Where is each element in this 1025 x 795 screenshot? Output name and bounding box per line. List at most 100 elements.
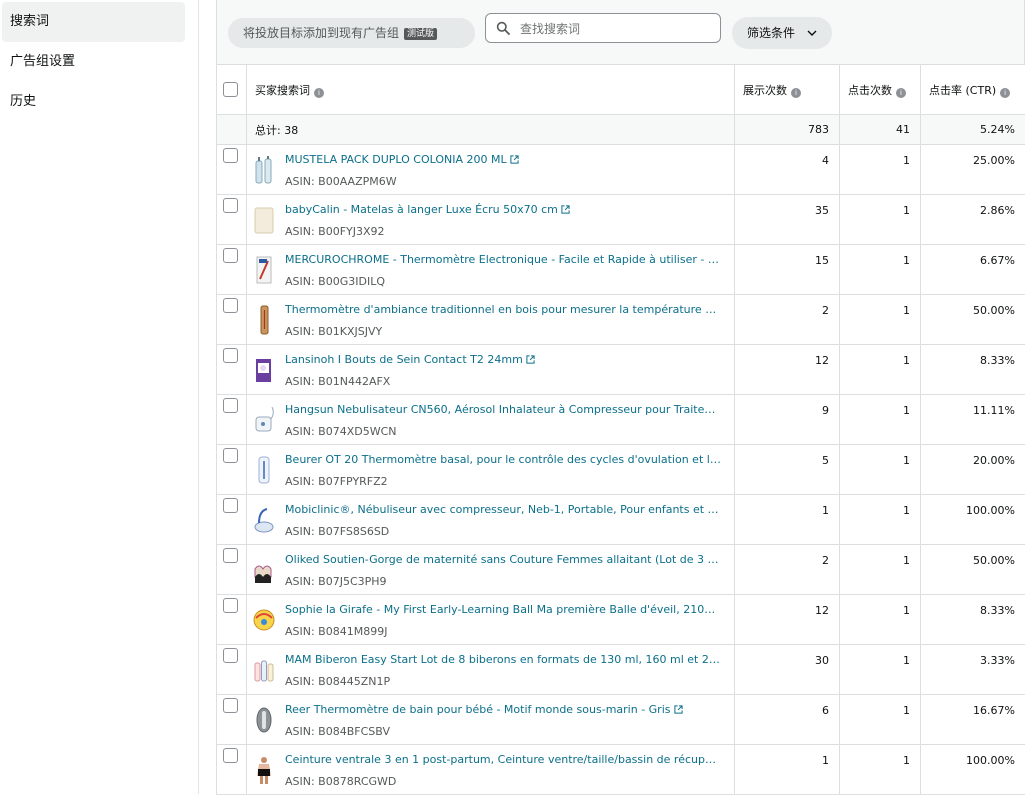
product-asin: ASIN: B01N442AFX [285,375,390,388]
row-checkbox[interactable] [223,348,238,363]
product-title-link[interactable]: Mobiclinic®, Nébuliseur avec compresseur… [285,503,721,516]
total-ctr: 5.24% [921,115,1025,145]
total-impressions: 783 [735,115,840,145]
sidebar-item-search-terms[interactable]: 搜索词 [2,2,185,42]
info-icon[interactable]: i [791,88,801,98]
row-select-cell [217,195,247,245]
row-checkbox[interactable] [223,698,238,713]
product-title-link[interactable]: Hangsun Nebulisateur CN560, Aérosol Inha… [285,403,721,416]
column-header-ctr[interactable]: 点击率 (CTR) i [921,65,1025,115]
row-select-cell [217,695,247,745]
row-checkbox[interactable] [223,598,238,613]
search-term-cell: Hangsun Nebulisateur CN560, Aérosol Inha… [247,395,735,445]
ctr-cell: 11.11% [921,395,1025,445]
column-header-label: 展示次数 [743,84,787,97]
column-header-label: 买家搜索词 [255,84,310,97]
product-thumbnail [253,305,275,335]
impressions-cell: 35 [735,195,840,245]
row-checkbox[interactable] [223,198,238,213]
row-checkbox[interactable] [223,448,238,463]
search-term-cell: MUSTELA PACK DUPLO COLONIA 200 MLASIN: B… [247,145,735,195]
product-asin: ASIN: B00FYJ3X92 [285,225,385,238]
sidebar-item-ad-group-settings[interactable]: 广告组设置 [2,42,185,82]
product-thumbnail [253,505,275,535]
search-term-cell: Thermomètre d'ambiance traditionnel en b… [247,295,735,345]
product-thumbnail [253,655,275,685]
column-header-impressions[interactable]: 展示次数 i [735,65,840,115]
row-select-cell [217,595,247,645]
table-toolbar: 将投放目标添加到现有广告组测试版 筛选条件 [216,0,1025,64]
search-box[interactable] [485,13,721,43]
select-all-checkbox[interactable] [223,82,238,97]
info-icon[interactable]: i [896,88,906,98]
impressions-cell: 30 [735,645,840,695]
ctr-cell: 50.00% [921,295,1025,345]
product-title: Mobiclinic®, Nébuliseur avec compresseur… [285,503,721,516]
row-select-cell [217,495,247,545]
row-checkbox[interactable] [223,148,238,163]
product-title-link[interactable]: Beurer OT 20 Thermomètre basal, pour le … [285,453,721,466]
row-select-cell [217,295,247,345]
product-asin: ASIN: B07FS8S6SD [285,525,389,538]
sidebar-item-history[interactable]: 历史 [2,82,185,122]
product-title-link[interactable]: Oliked Soutien-Gorge de maternité sans C… [285,553,721,566]
product-title-link[interactable]: Thermomètre d'ambiance traditionnel en b… [285,303,721,316]
clicks-cell: 1 [840,345,921,395]
product-asin: ASIN: B08445ZN1P [285,675,390,688]
column-header-label: 点击率 (CTR) [929,84,996,97]
table-row: MAM Biberon Easy Start Lot de 8 biberons… [217,645,1025,695]
info-icon[interactable]: i [1000,88,1010,98]
impressions-cell: 15 [735,245,840,295]
ctr-cell: 100.00% [921,745,1025,795]
column-header-clicks[interactable]: 点击次数 i [840,65,921,115]
row-checkbox[interactable] [223,648,238,663]
impressions-cell: 2 [735,295,840,345]
table-row: Lansinoh I Bouts de Sein Contact T2 24mm… [217,345,1025,395]
beta-badge: 测试版 [404,28,437,40]
row-checkbox[interactable] [223,398,238,413]
add-targets-to-ad-group-button[interactable]: 将投放目标添加到现有广告组测试版 [228,18,475,48]
filter-button[interactable]: 筛选条件 [732,17,832,49]
row-checkbox[interactable] [223,248,238,263]
product-title-link[interactable]: Lansinoh I Bouts de Sein Contact T2 24mm [285,353,721,366]
table-row: babyCalin - Matelas à langer Luxe Écru 5… [217,195,1025,245]
product-title-link[interactable]: MERCUROCHROME - Thermomètre Electronique… [285,253,721,266]
table-row: Beurer OT 20 Thermomètre basal, pour le … [217,445,1025,495]
product-title-link[interactable]: Ceinture ventrale 3 en 1 post-partum, Ce… [285,753,721,766]
clicks-cell: 1 [840,545,921,595]
product-title-link[interactable]: MAM Biberon Easy Start Lot de 8 biberons… [285,653,721,666]
product-title: Oliked Soutien-Gorge de maternité sans C… [285,553,721,566]
product-title: Beurer OT 20 Thermomètre basal, pour le … [285,453,721,466]
product-title-link[interactable]: MUSTELA PACK DUPLO COLONIA 200 ML [285,153,721,166]
row-select-cell [217,445,247,495]
product-title-link[interactable]: Reer Thermomètre de bain pour bébé - Mot… [285,703,721,716]
table-row: Hangsun Nebulisateur CN560, Aérosol Inha… [217,395,1025,445]
row-checkbox[interactable] [223,748,238,763]
chevron-down-icon [807,28,817,38]
row-checkbox[interactable] [223,298,238,313]
table-row: Sophie la Girafe - My First Early-Learni… [217,595,1025,645]
row-checkbox[interactable] [223,498,238,513]
sidebar-nav: 搜索词 广告组设置 历史 [0,0,199,794]
column-header-label: 点击次数 [848,84,892,97]
product-title-link[interactable]: Sophie la Girafe - My First Early-Learni… [285,603,721,616]
clicks-cell: 1 [840,395,921,445]
ctr-cell: 100.00% [921,495,1025,545]
ctr-cell: 16.67% [921,695,1025,745]
product-title: Lansinoh I Bouts de Sein Contact T2 24mm [285,353,523,366]
product-title: Hangsun Nebulisateur CN560, Aérosol Inha… [285,403,721,416]
search-input[interactable] [518,17,718,41]
search-term-cell: Ceinture ventrale 3 en 1 post-partum, Ce… [247,745,735,795]
product-title-link[interactable]: babyCalin - Matelas à langer Luxe Écru 5… [285,203,721,216]
filter-label: 筛选条件 [747,26,795,40]
row-checkbox[interactable] [223,548,238,563]
select-all-cell [217,65,247,115]
impressions-cell: 5 [735,445,840,495]
table-row: MERCUROCHROME - Thermomètre Electronique… [217,245,1025,295]
external-link-icon [510,155,519,164]
search-term-cell: MAM Biberon Easy Start Lot de 8 biberons… [247,645,735,695]
clicks-cell: 1 [840,495,921,545]
column-header-search-term[interactable]: 买家搜索词 i [247,65,735,115]
info-icon[interactable]: i [314,88,324,98]
clicks-cell: 1 [840,195,921,245]
